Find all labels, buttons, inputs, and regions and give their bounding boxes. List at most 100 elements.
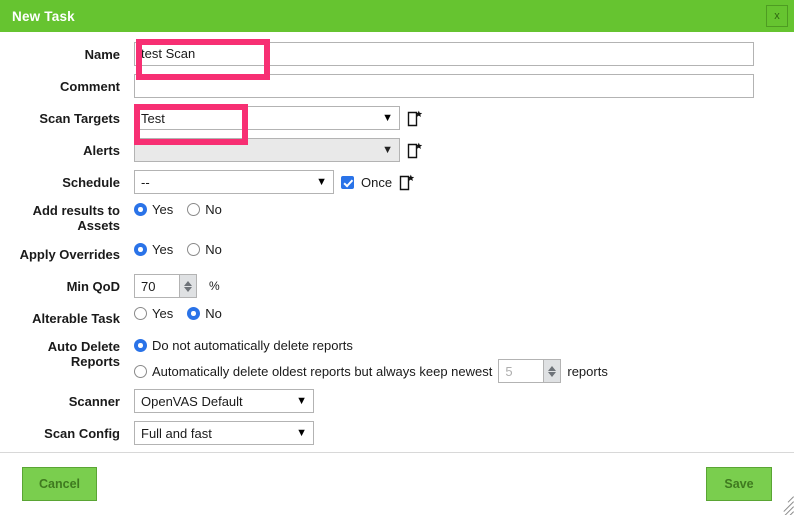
row-auto-delete-reports: Auto Delete Reports Do not automatically… bbox=[0, 338, 794, 383]
radio-dot bbox=[134, 339, 147, 352]
scanner-select[interactable]: OpenVAS Default ▼ bbox=[134, 389, 314, 413]
auto-delete-reports-suffix: reports bbox=[567, 363, 608, 379]
new-alert-icon[interactable] bbox=[407, 142, 423, 159]
field-scan-targets: Test ▼ bbox=[134, 106, 794, 130]
alterable-task-radiogroup: Yes No bbox=[134, 306, 222, 321]
dialog-titlebar: New Task x bbox=[0, 0, 794, 32]
radio-dot bbox=[134, 307, 147, 320]
label-auto-delete-reports: Auto Delete Reports bbox=[0, 338, 134, 369]
schedule-once-checkbox[interactable] bbox=[341, 175, 354, 189]
field-scan-config: Full and fast ▼ bbox=[134, 421, 794, 445]
stepper-down-icon[interactable] bbox=[548, 371, 557, 377]
auto-delete-radiogroup: Do not automatically delete reports Auto… bbox=[134, 338, 608, 383]
schedule-value: -- bbox=[141, 174, 150, 190]
auto-delete-auto-label: Automatically delete oldest reports but … bbox=[152, 363, 493, 379]
apply-overrides-radiogroup: Yes No bbox=[134, 242, 222, 257]
dialog-title: New Task bbox=[12, 8, 75, 24]
scan-config-value: Full and fast bbox=[141, 425, 212, 441]
label-auto-delete-line1: Auto Delete bbox=[47, 339, 120, 354]
label-alterable-task: Alterable Task bbox=[32, 311, 120, 326]
cancel-button[interactable]: Cancel bbox=[22, 467, 97, 501]
radio-dot bbox=[187, 203, 201, 216]
min-qod-unit: % bbox=[209, 279, 220, 293]
row-apply-overrides: Apply Overrides Yes No bbox=[0, 242, 794, 268]
label-schedule: Schedule bbox=[62, 175, 120, 190]
alterable-task-no-label: No bbox=[205, 306, 222, 321]
radio-dot bbox=[134, 203, 147, 216]
row-alerts: Alerts ▼ bbox=[0, 138, 794, 164]
field-min-qod: 70 % bbox=[134, 274, 794, 298]
alterable-task-radio-yes[interactable]: Yes bbox=[134, 306, 173, 321]
alterable-task-radio-no[interactable]: No bbox=[187, 306, 222, 321]
field-auto-delete-reports: Do not automatically delete reports Auto… bbox=[134, 338, 794, 383]
alterable-task-yes-label: Yes bbox=[152, 306, 174, 321]
close-icon[interactable]: x bbox=[766, 5, 788, 27]
auto-delete-keep-label: Do not automatically delete reports bbox=[152, 338, 353, 353]
add-results-radio-yes[interactable]: Yes bbox=[134, 202, 173, 217]
chevron-down-icon: ▼ bbox=[296, 394, 307, 407]
scanner-value: OpenVAS Default bbox=[141, 393, 243, 409]
field-apply-overrides: Yes No bbox=[134, 242, 794, 257]
scan-targets-select[interactable]: Test ▼ bbox=[134, 106, 400, 130]
stepper-up-icon[interactable] bbox=[184, 280, 192, 286]
row-name: Name test Scan bbox=[0, 42, 794, 68]
radio-dot bbox=[187, 307, 201, 320]
label-scanner: Scanner bbox=[68, 394, 120, 409]
min-qod-stepper[interactable]: 70 bbox=[134, 274, 197, 298]
label-alerts: Alerts bbox=[83, 143, 120, 158]
new-schedule-icon[interactable] bbox=[399, 174, 415, 191]
comment-input[interactable] bbox=[134, 74, 754, 98]
auto-delete-radio-keep[interactable]: Do not automatically delete reports bbox=[134, 338, 608, 353]
stepper-up-icon[interactable] bbox=[548, 365, 557, 371]
scan-targets-value: Test bbox=[141, 110, 165, 126]
schedule-once-label: Once bbox=[361, 174, 393, 190]
radio-dot bbox=[187, 243, 201, 256]
auto-delete-keep-count-stepper[interactable]: 5 bbox=[498, 359, 562, 383]
save-button[interactable]: Save bbox=[706, 467, 772, 501]
add-results-no-label: No bbox=[205, 202, 222, 217]
resize-grip[interactable] bbox=[772, 493, 794, 515]
field-alerts: ▼ bbox=[134, 138, 794, 162]
label-name: Name bbox=[84, 47, 120, 62]
row-scanner: Scanner OpenVAS Default ▼ bbox=[0, 389, 794, 415]
add-results-yes-label: Yes bbox=[152, 202, 174, 217]
field-name: test Scan bbox=[134, 42, 794, 66]
min-qod-arrows bbox=[179, 275, 196, 297]
stepper-down-icon[interactable] bbox=[184, 286, 192, 292]
label-auto-delete-line2: Reports bbox=[70, 354, 120, 369]
min-qod-value[interactable]: 70 bbox=[135, 275, 179, 297]
field-alterable-task: Yes No bbox=[134, 306, 794, 321]
label-min-qod: Min QoD bbox=[66, 279, 120, 294]
new-target-icon[interactable] bbox=[407, 110, 423, 127]
scan-config-select[interactable]: Full and fast ▼ bbox=[134, 421, 314, 445]
auto-delete-keep-count-value[interactable]: 5 bbox=[499, 360, 544, 382]
chevron-down-icon: ▼ bbox=[316, 175, 327, 188]
field-schedule: -- ▼ Once bbox=[134, 170, 794, 194]
field-comment bbox=[134, 74, 794, 98]
apply-overrides-no-label: No bbox=[205, 242, 222, 257]
add-results-radiogroup: Yes No bbox=[134, 202, 222, 217]
chevron-down-icon: ▼ bbox=[382, 143, 393, 156]
field-add-results-to-assets: Yes No bbox=[134, 202, 794, 217]
alerts-select[interactable]: ▼ bbox=[134, 138, 400, 162]
name-input[interactable]: test Scan bbox=[134, 42, 754, 66]
row-scan-targets: Scan Targets Test ▼ bbox=[0, 106, 794, 132]
label-add-results-line1: Add results to bbox=[32, 203, 120, 218]
radio-dot bbox=[134, 243, 147, 256]
new-task-dialog: New Task x Name test Scan Comment Scan T… bbox=[0, 0, 794, 515]
schedule-select[interactable]: -- ▼ bbox=[134, 170, 334, 194]
row-add-results-to-assets: Add results to Assets Yes No bbox=[0, 202, 794, 236]
label-comment: Comment bbox=[60, 79, 120, 94]
row-schedule: Schedule -- ▼ Once bbox=[0, 170, 794, 196]
label-add-results-line2: Assets bbox=[77, 218, 120, 233]
label-apply-overrides: Apply Overrides bbox=[19, 247, 120, 262]
auto-delete-auto-row: Automatically delete oldest reports but … bbox=[134, 359, 608, 383]
auto-delete-radio-auto[interactable]: Automatically delete oldest reports but … bbox=[134, 364, 492, 379]
field-scanner: OpenVAS Default ▼ bbox=[134, 389, 794, 413]
apply-overrides-yes-label: Yes bbox=[152, 242, 174, 257]
add-results-radio-no[interactable]: No bbox=[187, 202, 222, 217]
apply-overrides-radio-no[interactable]: No bbox=[187, 242, 222, 257]
apply-overrides-radio-yes[interactable]: Yes bbox=[134, 242, 173, 257]
row-min-qod: Min QoD 70 % bbox=[0, 274, 794, 300]
label-scan-config: Scan Config bbox=[44, 426, 120, 441]
